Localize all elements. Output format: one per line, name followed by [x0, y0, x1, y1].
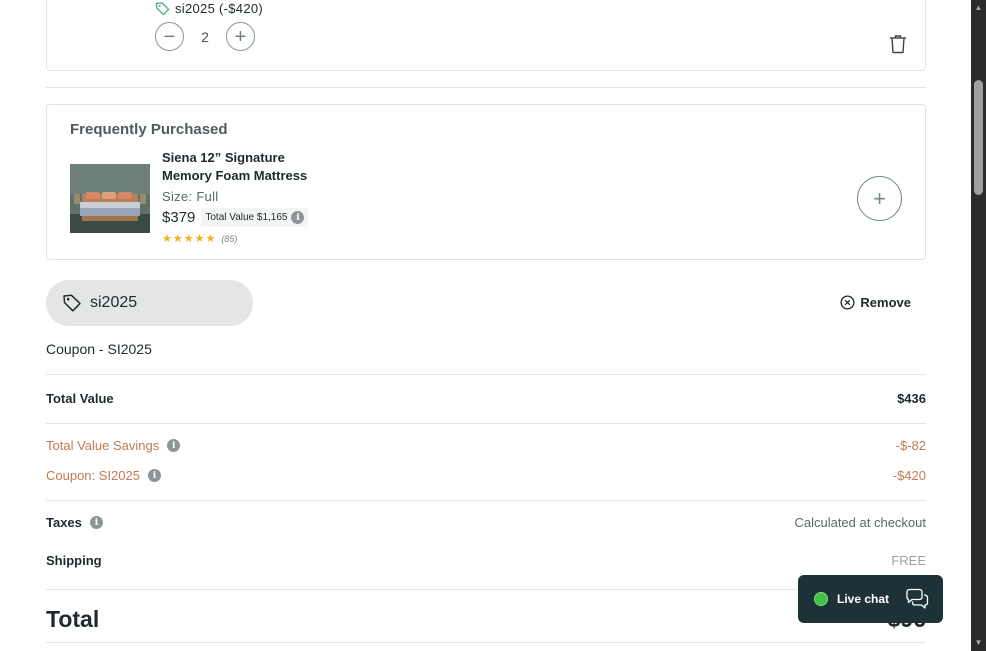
total-value-row: Total Value $436 [46, 391, 926, 406]
tag-icon [63, 294, 81, 312]
quantity-value: 2 [201, 28, 209, 45]
decrease-quantity-button[interactable]: − [155, 22, 184, 51]
coupon-code: si2025 [90, 294, 138, 311]
order-total-label: Total [46, 606, 100, 632]
coupon-discount-label: Coupon: SI2025 [46, 468, 140, 483]
info-icon[interactable]: i [147, 469, 161, 482]
info-icon[interactable]: i [291, 211, 305, 224]
shipping-value: FREE [891, 553, 926, 568]
taxes-value: Calculated at checkout [794, 515, 926, 530]
plus-icon: + [234, 25, 247, 48]
savings-label: Total Value Savings [46, 438, 160, 453]
product-name[interactable]: Siena 12” Signature Memory Foam Mattress [162, 149, 332, 185]
info-icon[interactable]: i [89, 516, 103, 529]
product-price-row: $379 Total Value $1,165 i [162, 208, 309, 227]
section-divider [46, 642, 926, 643]
savings-amount: -$-82 [895, 438, 926, 453]
total-value-label: Total Value [46, 391, 114, 406]
taxes-row: Taxes i Calculated at checkout [46, 515, 926, 530]
item-coupon-text: si2025 (-$420) [175, 1, 264, 16]
info-icon[interactable]: i [167, 439, 181, 452]
add-to-cart-button[interactable]: + [857, 176, 902, 221]
savings-label-group: Total Value Savings i [46, 438, 181, 453]
mattress-image [70, 164, 150, 233]
taxes-label: Taxes [46, 515, 82, 530]
shipping-label: Shipping [46, 553, 102, 568]
cart-item-card: si2025 (-$420) − 2 + [46, 0, 926, 71]
cart-page: si2025 (-$420) − 2 + Frequently Purchase… [0, 0, 971, 651]
total-value-text: Total Value $1,165 [205, 212, 288, 223]
coupon-discount-label-group: Coupon: SI2025 i [46, 468, 161, 483]
product-price: $379 [162, 209, 196, 226]
close-circle-icon [840, 295, 855, 310]
section-divider [46, 87, 926, 88]
section-divider [46, 589, 926, 590]
minus-icon: − [163, 25, 176, 48]
coupon-discount-amount: -$420 [892, 468, 926, 483]
remove-label: Remove [860, 295, 911, 310]
savings-row: Total Value Savings i -$-82 [46, 438, 926, 453]
frequently-purchased-title: Frequently Purchased [70, 121, 228, 138]
scrollbar-thumb[interactable] [974, 80, 983, 195]
live-chat-button[interactable]: Live chat [798, 575, 943, 623]
section-divider [46, 500, 926, 501]
scroll-down-arrow-icon[interactable]: ▼ [971, 637, 986, 649]
product-thumbnail[interactable] [70, 164, 150, 233]
taxes-label-group: Taxes i [46, 515, 103, 530]
scroll-up-arrow-icon[interactable]: ▲ [971, 2, 986, 14]
shipping-row: Shipping FREE [46, 553, 926, 568]
coupon-code-pill: si2025 [46, 280, 253, 326]
total-value-badge: Total Value $1,165 i [201, 208, 309, 227]
section-divider [46, 374, 926, 375]
remove-coupon-button[interactable]: Remove [840, 295, 911, 310]
chat-bubbles-icon [906, 588, 929, 609]
quantity-stepper: − 2 + [155, 22, 255, 51]
star-rating: ★★★★★ [162, 233, 217, 245]
trash-icon[interactable] [889, 34, 907, 54]
tag-icon [155, 2, 170, 16]
increase-quantity-button[interactable]: + [226, 22, 255, 51]
section-divider [46, 423, 926, 424]
product-rating: ★★★★★ (85) [162, 232, 237, 245]
coupon-discount-row: Coupon: SI2025 i -$420 [46, 468, 926, 483]
item-coupon-line: si2025 (-$420) [155, 1, 263, 16]
frequently-purchased-card: Frequently Purchased Siena 12” Signature… [46, 104, 926, 260]
live-chat-label: Live chat [837, 592, 890, 606]
coupon-summary-label: Coupon - SI2025 [46, 341, 152, 357]
rating-count: (85) [221, 233, 238, 244]
product-size: Size: Full [162, 189, 219, 204]
vertical-scrollbar[interactable]: ▲ ▼ [971, 0, 986, 651]
plus-icon: + [873, 185, 886, 211]
online-status-dot [814, 592, 828, 606]
total-value-amount: $436 [897, 391, 926, 406]
order-total-row: Total $96 [46, 606, 926, 633]
